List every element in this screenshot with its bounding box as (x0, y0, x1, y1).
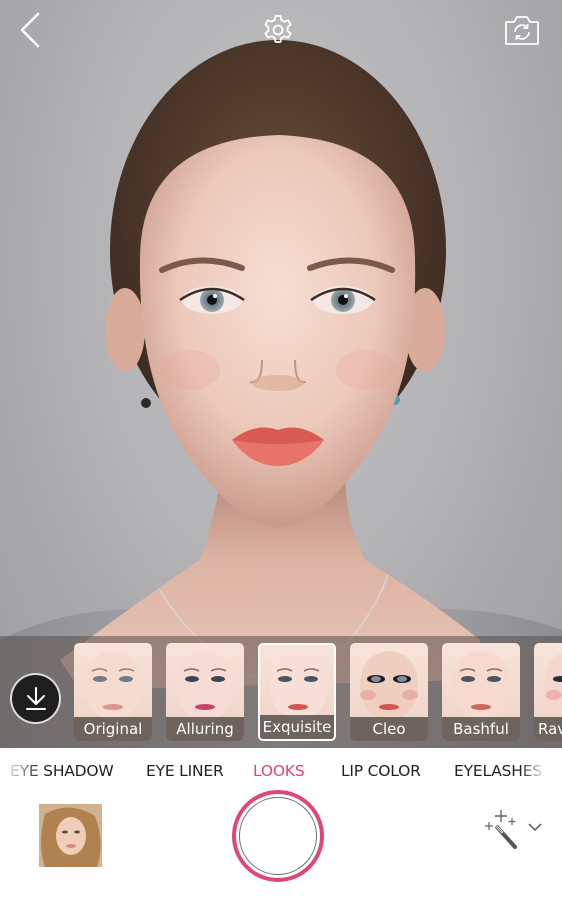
tab-eyelashes[interactable]: EYELASHES (454, 762, 542, 780)
look-item-alluring[interactable]: Alluring (166, 643, 244, 741)
look-label: Original (74, 717, 152, 741)
look-item-original[interactable]: Original (74, 643, 152, 741)
look-label: Cleo (350, 717, 428, 741)
camera-switch-icon (505, 16, 539, 45)
back-button[interactable] (10, 10, 50, 50)
category-tabs: EYE SHADOW EYE LINER LOOKS LIP COLOR EYE… (0, 748, 562, 794)
switch-camera-button[interactable] (502, 10, 542, 50)
shutter-button[interactable] (232, 790, 324, 882)
look-item-cleo[interactable]: Cleo (350, 643, 428, 741)
bottom-controls (0, 790, 562, 900)
tab-eye-liner[interactable]: EYE LINER (146, 762, 224, 780)
shutter-inner-ring (239, 797, 317, 875)
tab-looks[interactable]: LOOKS (253, 762, 305, 780)
tab-lip-color[interactable]: LIP COLOR (341, 762, 421, 780)
settings-button[interactable] (258, 10, 298, 50)
download-button[interactable] (10, 673, 61, 724)
look-label: Alluring (166, 717, 244, 741)
gallery-thumbnail (39, 804, 102, 867)
gear-icon (264, 15, 292, 43)
chevron-down-icon (528, 823, 542, 832)
look-item-exquisite[interactable]: Exquisite (258, 643, 336, 741)
look-item-bashful[interactable]: Bashful (442, 643, 520, 741)
look-item-rav[interactable]: Rav (534, 643, 562, 741)
camera-preview[interactable]: Original Alluring Exquisite Cleo Bashful… (0, 0, 562, 748)
looks-carousel[interactable]: Original Alluring Exquisite Cleo Bashful… (0, 636, 562, 748)
look-label: Bashful (442, 717, 520, 741)
chevron-left-icon (20, 12, 40, 48)
tab-eye-shadow[interactable]: EYE SHADOW (10, 762, 114, 780)
download-icon (25, 686, 46, 710)
look-label: Exquisite (260, 715, 334, 739)
gallery-button[interactable] (39, 804, 102, 867)
effects-button[interactable] (480, 808, 548, 852)
look-label: Rav (534, 717, 562, 741)
